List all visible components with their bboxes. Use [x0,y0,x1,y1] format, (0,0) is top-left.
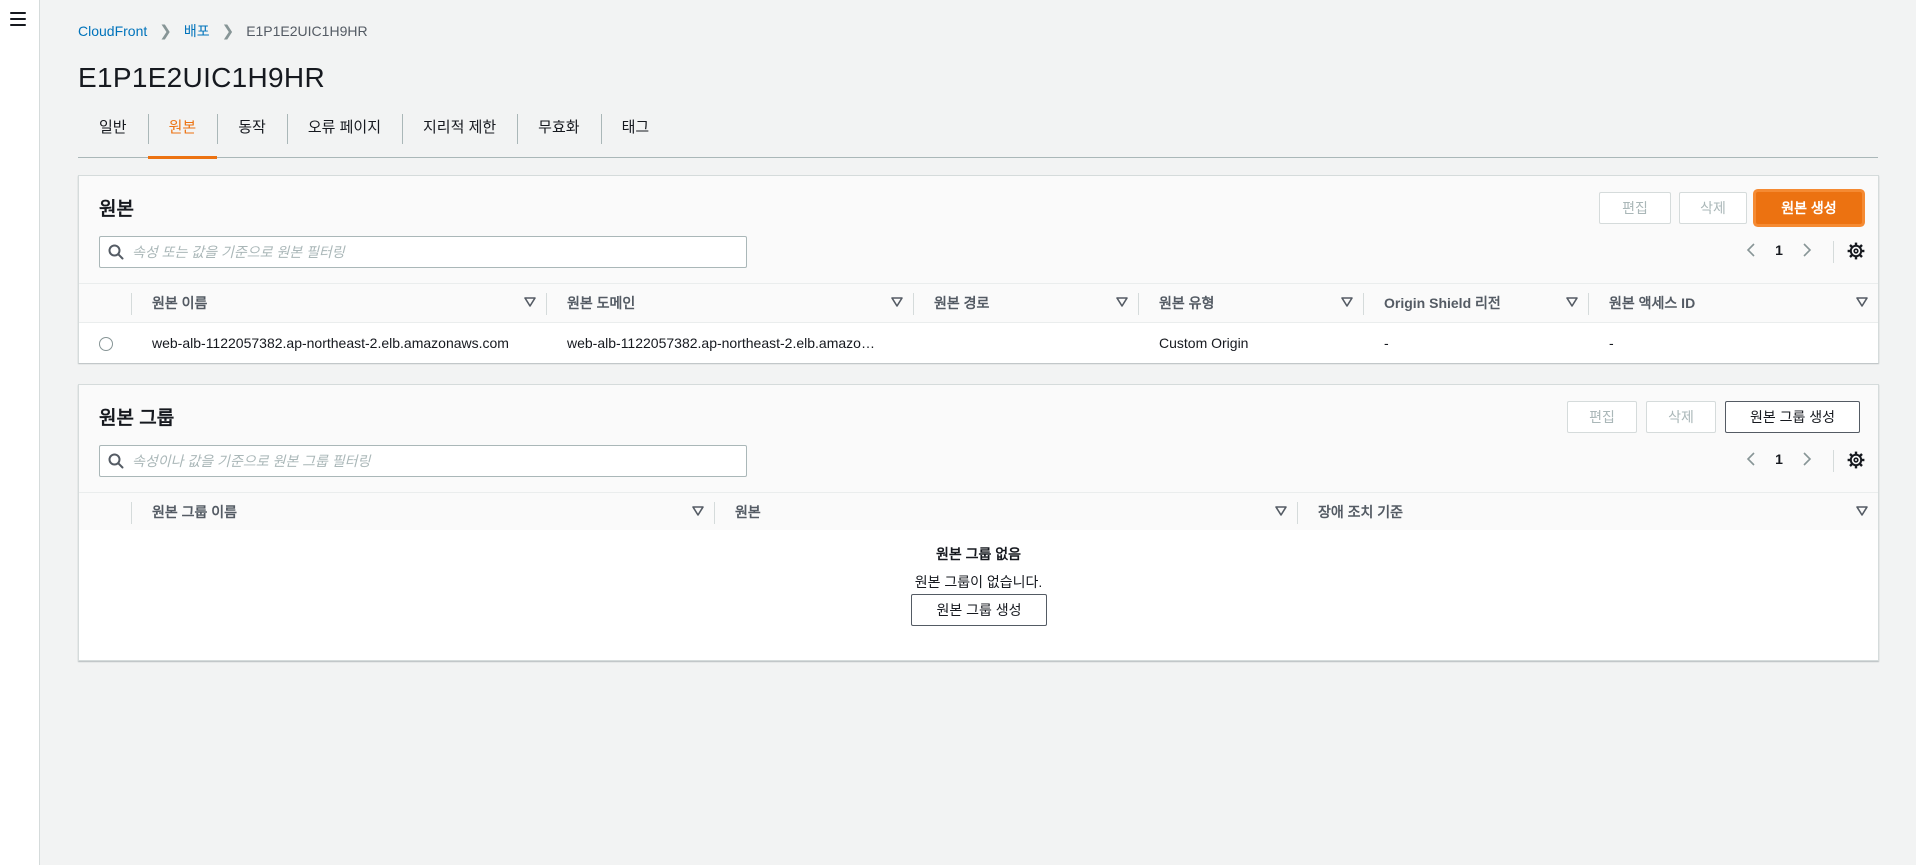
origin-groups-panel: 원본 그룹 편집 삭제 원본 그룹 생성 1 [78,384,1879,661]
origins-search-input[interactable] [132,238,732,266]
delete-origin-group-button[interactable]: 삭제 [1646,401,1716,433]
divider [1833,450,1834,472]
origins-panel-title: 원본 [99,199,134,220]
origin-path-cell [934,323,1134,363]
search-icon [100,237,132,267]
tab-tags[interactable]: 태그 [600,112,671,156]
column-header-label: 장애 조치 기준 [1318,504,1404,520]
origin-shield-region-cell: - [1384,335,1389,351]
breadcrumb-separator-icon: ❯ [221,23,235,40]
side-navigation-rail [0,0,40,865]
previous-page-icon[interactable] [1743,242,1759,258]
previous-page-icon[interactable] [1743,451,1759,467]
sort-caret-icon[interactable] [692,505,704,517]
table-row[interactable]: web-alb-1122057382.ap-northeast-2.elb.am… [79,323,1878,363]
empty-state: 원본 그룹 없음 원본 그룹이 없습니다. 원본 그룹 생성 [79,530,1878,660]
edit-origin-button[interactable]: 편집 [1599,192,1671,224]
breadcrumb-distributions-link[interactable]: 배포 [184,21,210,41]
origin-groups-table-header: 원본 그룹 이름 원본 장애 조치 기준 [79,492,1878,532]
sort-caret-icon[interactable] [1856,296,1868,308]
next-page-icon[interactable] [1799,451,1815,467]
breadcrumb-separator-icon: ❯ [159,23,172,40]
tab-geographic-restrictions[interactable]: 지리적 제한 [402,112,517,156]
column-header-origin-group-name[interactable]: 원본 그룹 이름 [132,493,714,531]
hamburger-menu-icon[interactable] [10,12,26,26]
tab-invalidations[interactable]: 무효화 [517,112,600,156]
column-header-label: Origin Shield 리전 [1384,295,1501,311]
sort-caret-icon[interactable] [1116,296,1128,308]
origin-type-cell: Custom Origin [1159,335,1249,351]
column-header-origin-domain[interactable]: 원본 도메인 [547,284,913,322]
sort-caret-icon[interactable] [1856,505,1868,517]
sort-caret-icon[interactable] [891,296,903,308]
column-header-origin-shield-region[interactable]: Origin Shield 리전 [1364,284,1588,322]
column-header-label: 원본 유형 [1159,295,1215,311]
tab-error-pages[interactable]: 오류 페이지 [286,112,402,156]
tab-behaviors[interactable]: 동작 [217,112,287,156]
row-select-radio[interactable] [99,337,113,351]
origin-groups-search-field[interactable] [99,445,747,477]
sort-caret-icon[interactable] [1341,296,1353,308]
origin-domain-cell: web-alb-1122057382.ap-northeast-2.elb.am… [567,335,875,351]
column-header-origins[interactable]: 원본 [715,493,1297,531]
edit-origin-group-button[interactable]: 편집 [1567,401,1637,433]
tab-bar: 일반 원본 동작 오류 페이지 지리적 제한 무효화 태그 [78,112,1878,159]
breadcrumb: CloudFront ❯ 배포 ❯ E1P1E2UIC1H9HR [78,21,368,41]
origin-groups-pagination: 1 [1743,451,1815,467]
tab-general[interactable]: 일반 [78,112,148,156]
column-header-label: 원본 [735,504,761,520]
column-header-failover-criteria[interactable]: 장애 조치 기준 [1298,493,1878,531]
column-header-label: 원본 경로 [934,295,990,311]
breadcrumb-cloudfront-link[interactable]: CloudFront [78,23,147,39]
column-header-origin-access-id[interactable]: 원본 액세스 ID [1589,284,1878,322]
origins-pagination: 1 [1743,242,1815,258]
column-header-origin-path[interactable]: 원본 경로 [914,284,1138,322]
origin-groups-search-input[interactable] [132,447,732,475]
create-origin-group-button[interactable]: 원본 그룹 생성 [1725,401,1860,433]
origins-panel: 원본 편집 삭제 원본 생성 1 [78,175,1879,363]
page-number[interactable]: 1 [1759,451,1799,467]
origin-name-cell: web-alb-1122057382.ap-northeast-2.elb.am… [152,335,509,351]
column-header-label: 원본 이름 [152,295,208,311]
delete-origin-button[interactable]: 삭제 [1679,192,1747,224]
page-title: E1P1E2UIC1H9HR [78,62,325,93]
next-page-icon[interactable] [1799,242,1815,258]
sort-caret-icon[interactable] [1275,505,1287,517]
empty-state-title: 원본 그룹 없음 [935,546,1022,562]
breadcrumb-current: E1P1E2UIC1H9HR [246,23,368,39]
sort-caret-icon[interactable] [524,296,536,308]
origin-groups-panel-title: 원본 그룹 [99,408,175,429]
tab-origins[interactable]: 원본 [147,112,218,159]
empty-state-create-origin-group-button[interactable]: 원본 그룹 생성 [911,594,1047,626]
origins-table-header: 원본 이름 원본 도메인 원본 경로 원본 유형 Origin Shield 리… [79,283,1878,323]
gear-icon[interactable] [1846,450,1866,470]
create-origin-button[interactable]: 원본 생성 [1756,192,1862,224]
gear-icon[interactable] [1846,241,1866,261]
search-icon [100,446,132,476]
column-header-label: 원본 도메인 [567,295,636,311]
empty-state-description: 원본 그룹이 없습니다. [914,574,1043,590]
divider [1833,241,1834,263]
origin-access-id-cell: - [1609,335,1614,351]
page-number[interactable]: 1 [1759,242,1799,258]
sort-caret-icon[interactable] [1566,296,1578,308]
column-header-origin-name[interactable]: 원본 이름 [132,284,546,322]
column-header-origin-type[interactable]: 원본 유형 [1139,284,1363,322]
column-header-label: 원본 액세스 ID [1609,295,1696,311]
origins-search-field[interactable] [99,236,747,268]
column-header-label: 원본 그룹 이름 [152,504,238,520]
